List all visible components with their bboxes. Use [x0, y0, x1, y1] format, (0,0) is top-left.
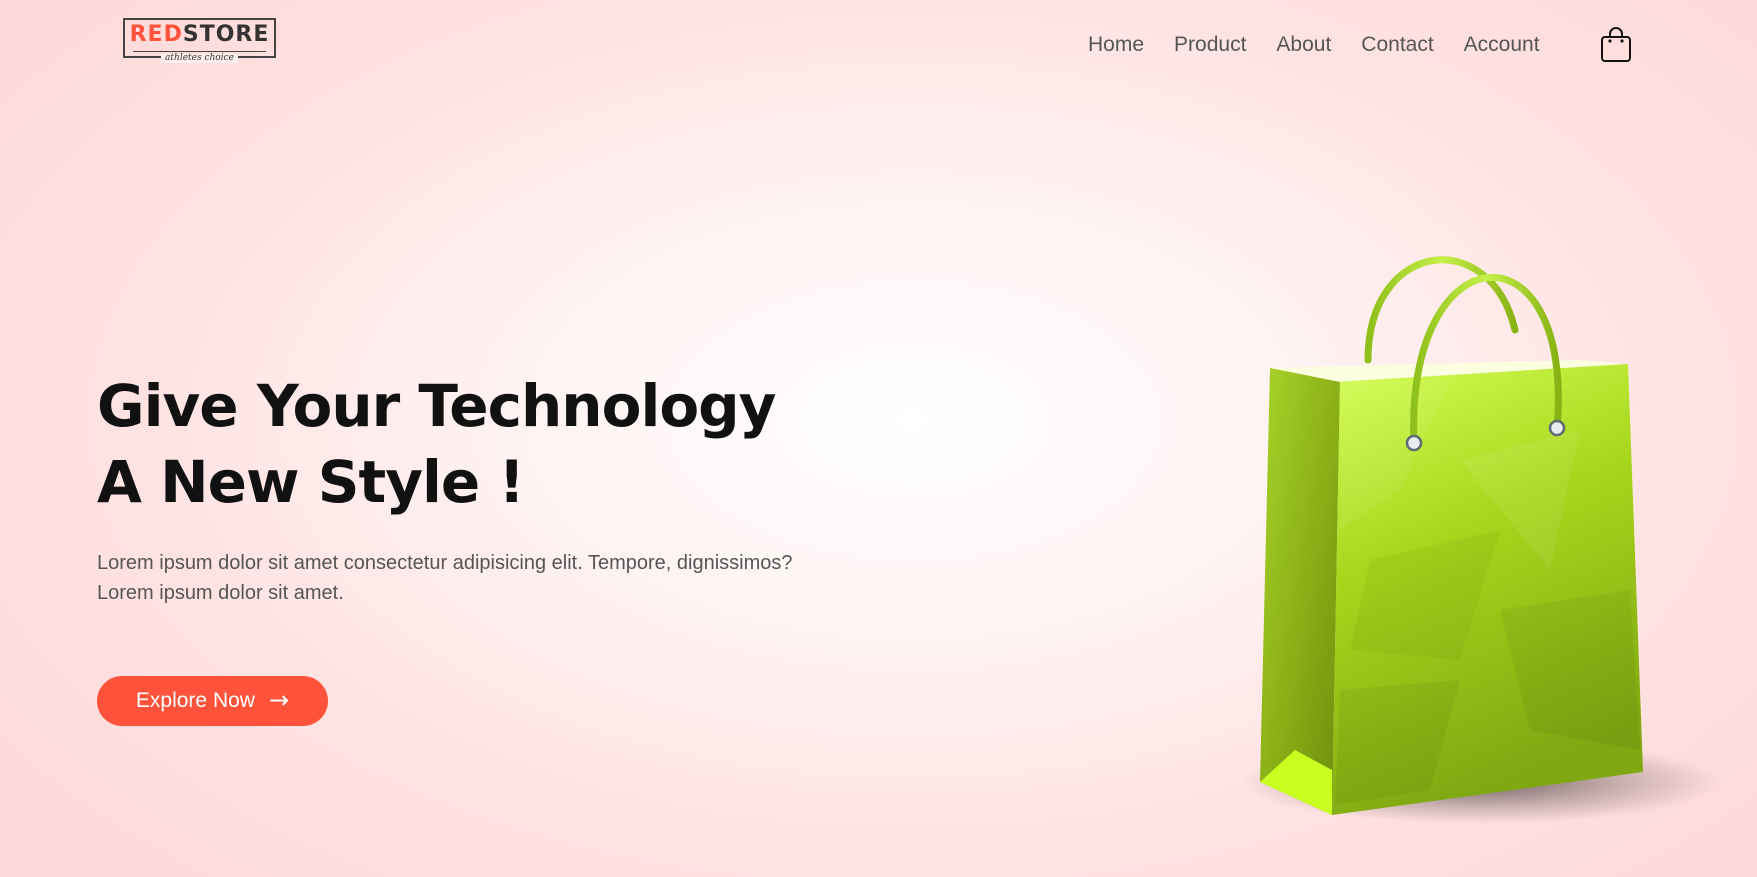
arrow-right-icon: →	[268, 686, 290, 714]
nav-account[interactable]: Account	[1464, 33, 1540, 57]
hero-title: Give Your Technology A New Style !	[97, 368, 776, 520]
logo-red-part: RED	[129, 22, 183, 47]
hero-description-line-2: Lorem ipsum dolor sit amet.	[97, 582, 344, 604]
main-nav: Home Product About Contact Account	[1088, 28, 1570, 62]
logo[interactable]: REDSTORE athletes choice	[123, 18, 276, 63]
logo-tagline-rule	[133, 51, 266, 52]
hero-title-line-2: A New Style !	[97, 448, 525, 516]
shopping-bag-icon[interactable]	[1599, 25, 1633, 63]
logo-wordmark: REDSTORE	[125, 24, 274, 46]
green-shopping-bag-image	[1200, 230, 1720, 850]
hero-description-line-1: Lorem ipsum dolor sit amet consectetur a…	[97, 552, 793, 574]
nav-home[interactable]: Home	[1088, 33, 1144, 57]
nav-contact[interactable]: Contact	[1361, 33, 1433, 57]
explore-now-label: Explore Now	[135, 689, 255, 712]
nav-product[interactable]: Product	[1174, 33, 1246, 57]
hero-title-line-1: Give Your Technology	[97, 372, 776, 440]
hero-description: Lorem ipsum dolor sit amet consectetur a…	[97, 548, 797, 608]
logo-tagline: athletes choice	[161, 54, 238, 63]
nav-about[interactable]: About	[1276, 33, 1331, 57]
logo-dark-part: STORE	[182, 22, 270, 47]
explore-now-button[interactable]: Explore Now →	[97, 676, 328, 726]
